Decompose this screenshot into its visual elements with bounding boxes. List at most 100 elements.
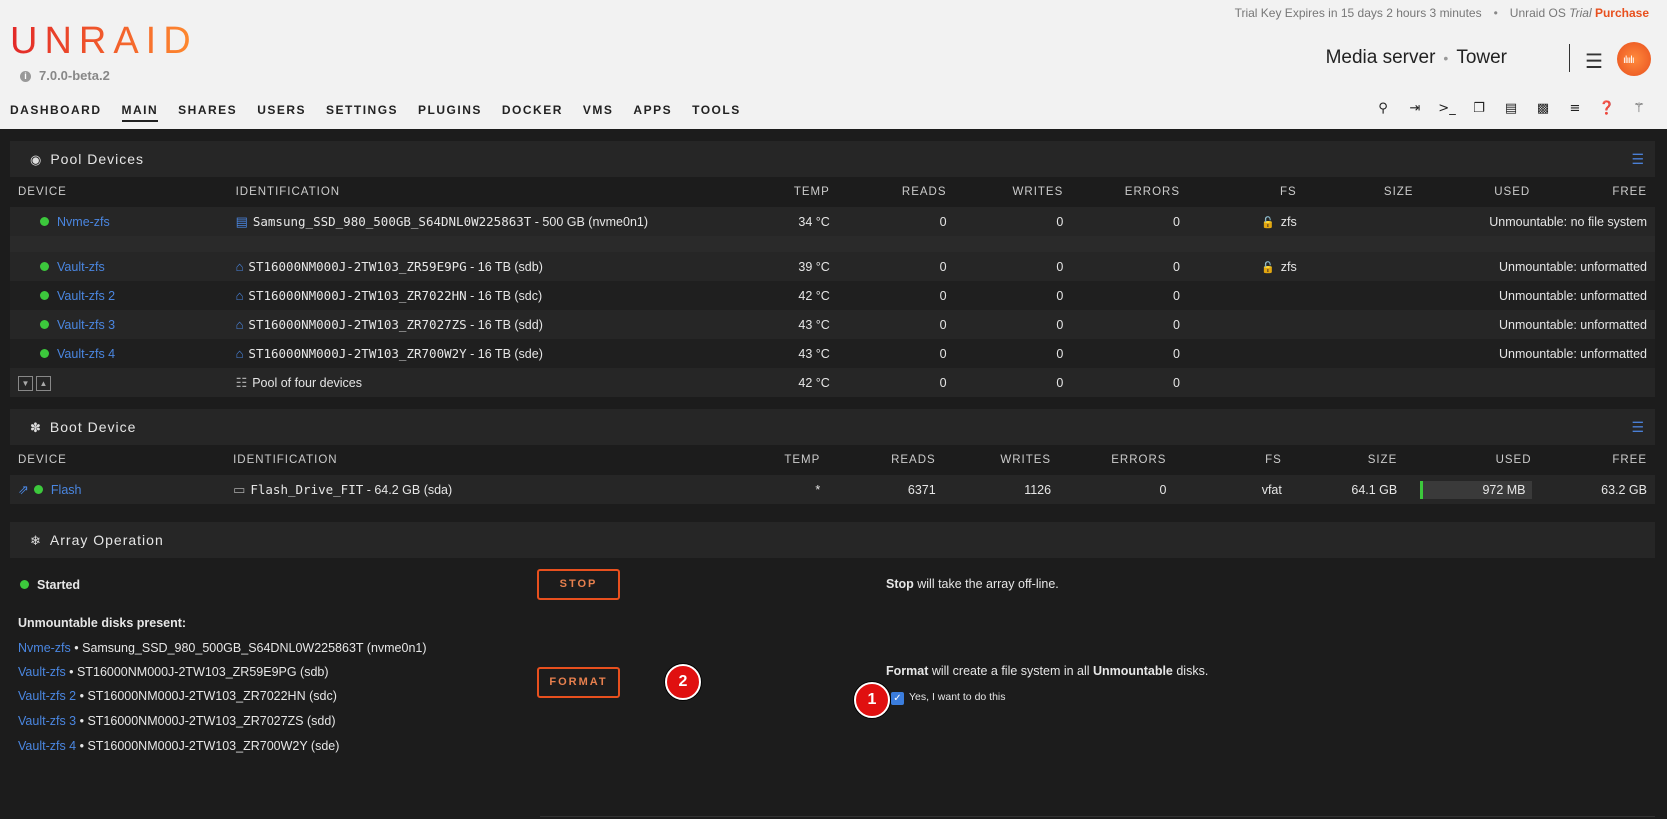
device-link[interactable]: Nvme-zfs <box>57 215 110 229</box>
table-row: ⇗ Flash ▭ Flash_Drive_FIT - 64.2 GB (sda) … <box>10 475 1655 504</box>
device-link[interactable]: Vault-zfs 2 <box>18 689 76 703</box>
server-info: Media server • Tower <box>1326 47 1507 69</box>
stop-description: Stop will take the array off-line. <box>886 577 1059 591</box>
hdd-icon: ⌂ <box>235 288 244 303</box>
device-link[interactable]: Vault-zfs <box>18 665 66 679</box>
nav-settings[interactable]: SETTINGS <box>326 103 398 120</box>
terminal-icon[interactable]: >_ <box>1431 101 1463 116</box>
status-dot <box>40 216 49 226</box>
reads-value: 0 <box>837 339 955 368</box>
device-id: ST16000NM000J-2TW103_ZR700W2Y <box>248 346 467 361</box>
device-link[interactable]: Flash <box>51 483 82 497</box>
collapse-icon[interactable]: ▼ <box>18 375 33 391</box>
nav-apps[interactable]: APPS <box>633 103 672 120</box>
copy-icon[interactable]: ❐ <box>1463 101 1495 116</box>
disk-detail: • ST16000NM000J-2TW103_ZR700W2Y (sde) <box>76 739 340 753</box>
fs-value <box>1188 281 1305 310</box>
pool-devices-header: ◉ Pool Devices ☰ <box>10 141 1655 177</box>
log-icon[interactable]: ≡ <box>1559 101 1591 116</box>
nav-shares[interactable]: SHARES <box>178 103 237 120</box>
fs-value: vfat <box>1174 475 1290 504</box>
trial-separator: • <box>1493 6 1498 20</box>
table-row: Vault-zfs 2 ⌂ ST16000NM000J-2TW103_ZR7022… <box>10 281 1655 310</box>
nav-vms[interactable]: VMS <box>583 103 614 120</box>
pool-icon: ◉ <box>30 152 43 167</box>
device-link[interactable]: Vault-zfs 4 <box>18 739 76 753</box>
logout-icon[interactable]: ⇥ <box>1399 101 1431 116</box>
disk-detail: • ST16000NM000J-2TW103_ZR7022HN (sdc) <box>76 689 337 703</box>
version: i 7.0.0-beta.2 <box>20 68 110 83</box>
errors-value: 0 <box>1071 281 1188 310</box>
pool-summary-label: Pool of four devices <box>252 375 363 390</box>
usb-icon: ▭ <box>233 481 246 497</box>
format-description: Format will create a file system in all … <box>886 664 1208 678</box>
used-bar: 972 MB <box>1419 480 1532 499</box>
col-writes: WRITES <box>954 177 1072 207</box>
temp-value: 42 °C <box>747 281 838 310</box>
info-icon[interactable]: i <box>20 71 31 82</box>
feedback-icon[interactable]: ▤ <box>1495 101 1527 116</box>
col-fs: FS <box>1174 445 1290 475</box>
nav-dashboard[interactable]: DASHBOARD <box>10 103 102 120</box>
boot-table: DEVICE IDENTIFICATION TEMP READS WRITES … <box>10 445 1655 504</box>
unraid-logo[interactable]: UNRAID <box>10 20 198 63</box>
device-link[interactable]: Vault-zfs 2 <box>57 289 115 303</box>
used-value: 972 MB <box>1482 482 1526 497</box>
device-link[interactable]: Vault-zfs <box>57 260 105 274</box>
mount-status: Unmountable: unformatted <box>1304 310 1655 339</box>
hamburger-menu-icon[interactable]: ☰ <box>1585 49 1603 73</box>
nav-tools[interactable]: TOOLS <box>692 103 741 120</box>
device-link[interactable]: Vault-zfs 3 <box>57 318 115 332</box>
temp-value: 42 °C <box>747 368 838 397</box>
nvme-icon: ▤ <box>235 213 248 229</box>
device-id-suffix: - 500 GB (nvme0n1) <box>531 214 649 229</box>
expand-icon[interactable]: ▲ <box>36 375 51 391</box>
col-reads: READS <box>837 177 955 207</box>
status-dot <box>33 484 43 494</box>
col-temp: TEMP <box>739 445 829 475</box>
external-link-icon[interactable]: ⇗ <box>18 482 29 497</box>
waveform-icon: ılıılı <box>1623 55 1635 66</box>
nav-users[interactable]: USERS <box>257 103 306 120</box>
col-reads: READS <box>828 445 944 475</box>
table-row: Vault-zfs ⌂ ST16000NM000J-2TW103_ZR59E9PG… <box>10 252 1655 281</box>
format-bold-2: Unmountable <box>1093 664 1173 678</box>
display-icon[interactable]: ▩ <box>1527 101 1559 116</box>
nav-main[interactable]: MAIN <box>121 103 159 122</box>
header-divider <box>1569 44 1570 72</box>
search-icon[interactable]: ⚲ <box>1367 101 1399 116</box>
device-link[interactable]: Vault-zfs 3 <box>18 714 76 728</box>
bell-icon[interactable]: ⚚ <box>1623 101 1655 116</box>
device-link[interactable]: Vault-zfs 4 <box>57 347 115 361</box>
step-badge-1: 1 <box>854 682 890 718</box>
fs-value <box>1188 310 1305 339</box>
format-button[interactable]: FORMAT <box>537 667 620 698</box>
errors-value: 0 <box>1071 368 1188 397</box>
device-id-suffix: - 16 TB (sdc) <box>466 289 543 303</box>
errors-value: 0 <box>1071 339 1188 368</box>
os-trial: Trial <box>1569 6 1592 20</box>
col-used: USED <box>1421 177 1539 207</box>
col-errors: ERRORS <box>1071 177 1188 207</box>
status-dot <box>20 580 29 589</box>
device-link[interactable]: Nvme-zfs <box>18 641 71 655</box>
avatar[interactable]: ılıılı <box>1617 42 1651 76</box>
nav-docker[interactable]: DOCKER <box>502 103 563 120</box>
nav-plugins[interactable]: PLUGINS <box>418 103 482 120</box>
confirm-label[interactable]: Yes, I want to do this <box>909 691 1006 703</box>
writes-value: 1126 <box>943 475 1060 504</box>
temp-value: 43 °C <box>747 310 838 339</box>
purchase-link[interactable]: Purchase <box>1595 6 1649 20</box>
mount-status: Unmountable: unformatted <box>1304 281 1655 310</box>
list-view-icon[interactable]: ☰ <box>1631 419 1645 436</box>
temp-value: 34 °C <box>747 207 838 236</box>
confirm-checkbox[interactable]: ✓ <box>891 692 904 705</box>
boot-device-header: ✽ Boot Device ☰ <box>10 409 1655 445</box>
help-icon[interactable]: ❓ <box>1591 101 1623 116</box>
table-row: Vault-zfs 3 ⌂ ST16000NM000J-2TW103_ZR7027… <box>10 310 1655 339</box>
array-operation-panel: Started STOP Stop will take the array of… <box>10 564 1655 819</box>
list-view-icon[interactable]: ☰ <box>1631 151 1645 168</box>
stop-button[interactable]: STOP <box>537 569 620 600</box>
status-dot <box>40 261 49 271</box>
server-description: Media server <box>1325 47 1436 68</box>
